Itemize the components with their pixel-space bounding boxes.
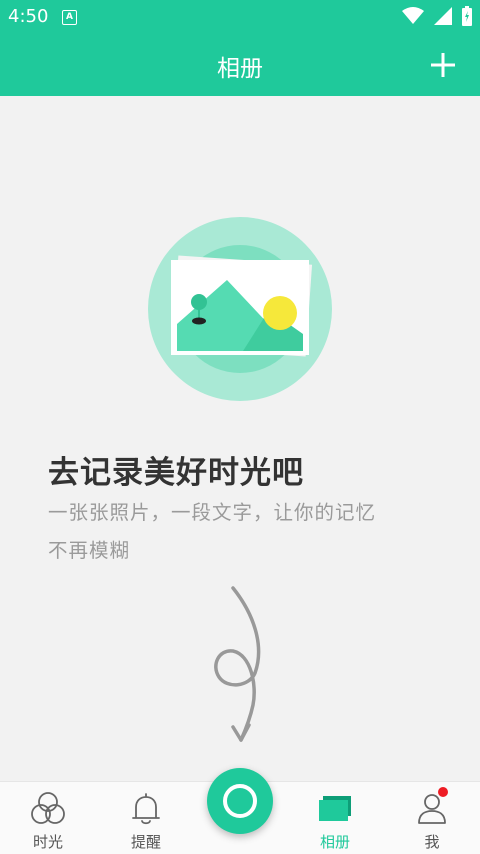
- circles-icon: [31, 792, 65, 824]
- nav-item-time[interactable]: 时光: [0, 782, 96, 854]
- bell-icon: [132, 793, 160, 825]
- down-arrow-icon: [205, 585, 275, 749]
- empty-state-subtitle-line2: 不再模糊: [48, 539, 131, 562]
- status-icons: [402, 6, 472, 26]
- nav-label-time: 时光: [32, 833, 63, 851]
- page-title: 相册: [217, 56, 263, 82]
- record-button-icon: [223, 784, 257, 818]
- nav-label-album: 相册: [319, 833, 350, 851]
- album-icon: [319, 796, 351, 821]
- empty-state-subtitle-line1: 一张张照片，一段文字，让你的记忆: [48, 501, 377, 524]
- battery-icon: [462, 6, 472, 26]
- nav-item-reminder[interactable]: 提醒: [98, 782, 194, 854]
- signal-icon: [434, 7, 452, 25]
- record-button[interactable]: [207, 768, 273, 834]
- plus-icon: [431, 53, 455, 77]
- nav-item-me[interactable]: 我: [384, 782, 480, 854]
- nav-item-album[interactable]: 相册: [287, 782, 383, 854]
- app-bar: 相册: [0, 34, 480, 96]
- add-button[interactable]: [428, 50, 458, 80]
- nav-label-reminder: 提醒: [130, 833, 161, 851]
- status-bar: 4:50 A: [0, 0, 480, 34]
- empty-album-illustration: [147, 216, 333, 406]
- empty-state-heading: 去记录美好时光吧: [48, 455, 304, 491]
- status-time: 4:50: [8, 6, 49, 27]
- wifi-icon: [402, 7, 424, 24]
- a-icon: A: [62, 10, 77, 25]
- nav-label-me: 我: [424, 833, 440, 851]
- notification-badge: [438, 787, 448, 797]
